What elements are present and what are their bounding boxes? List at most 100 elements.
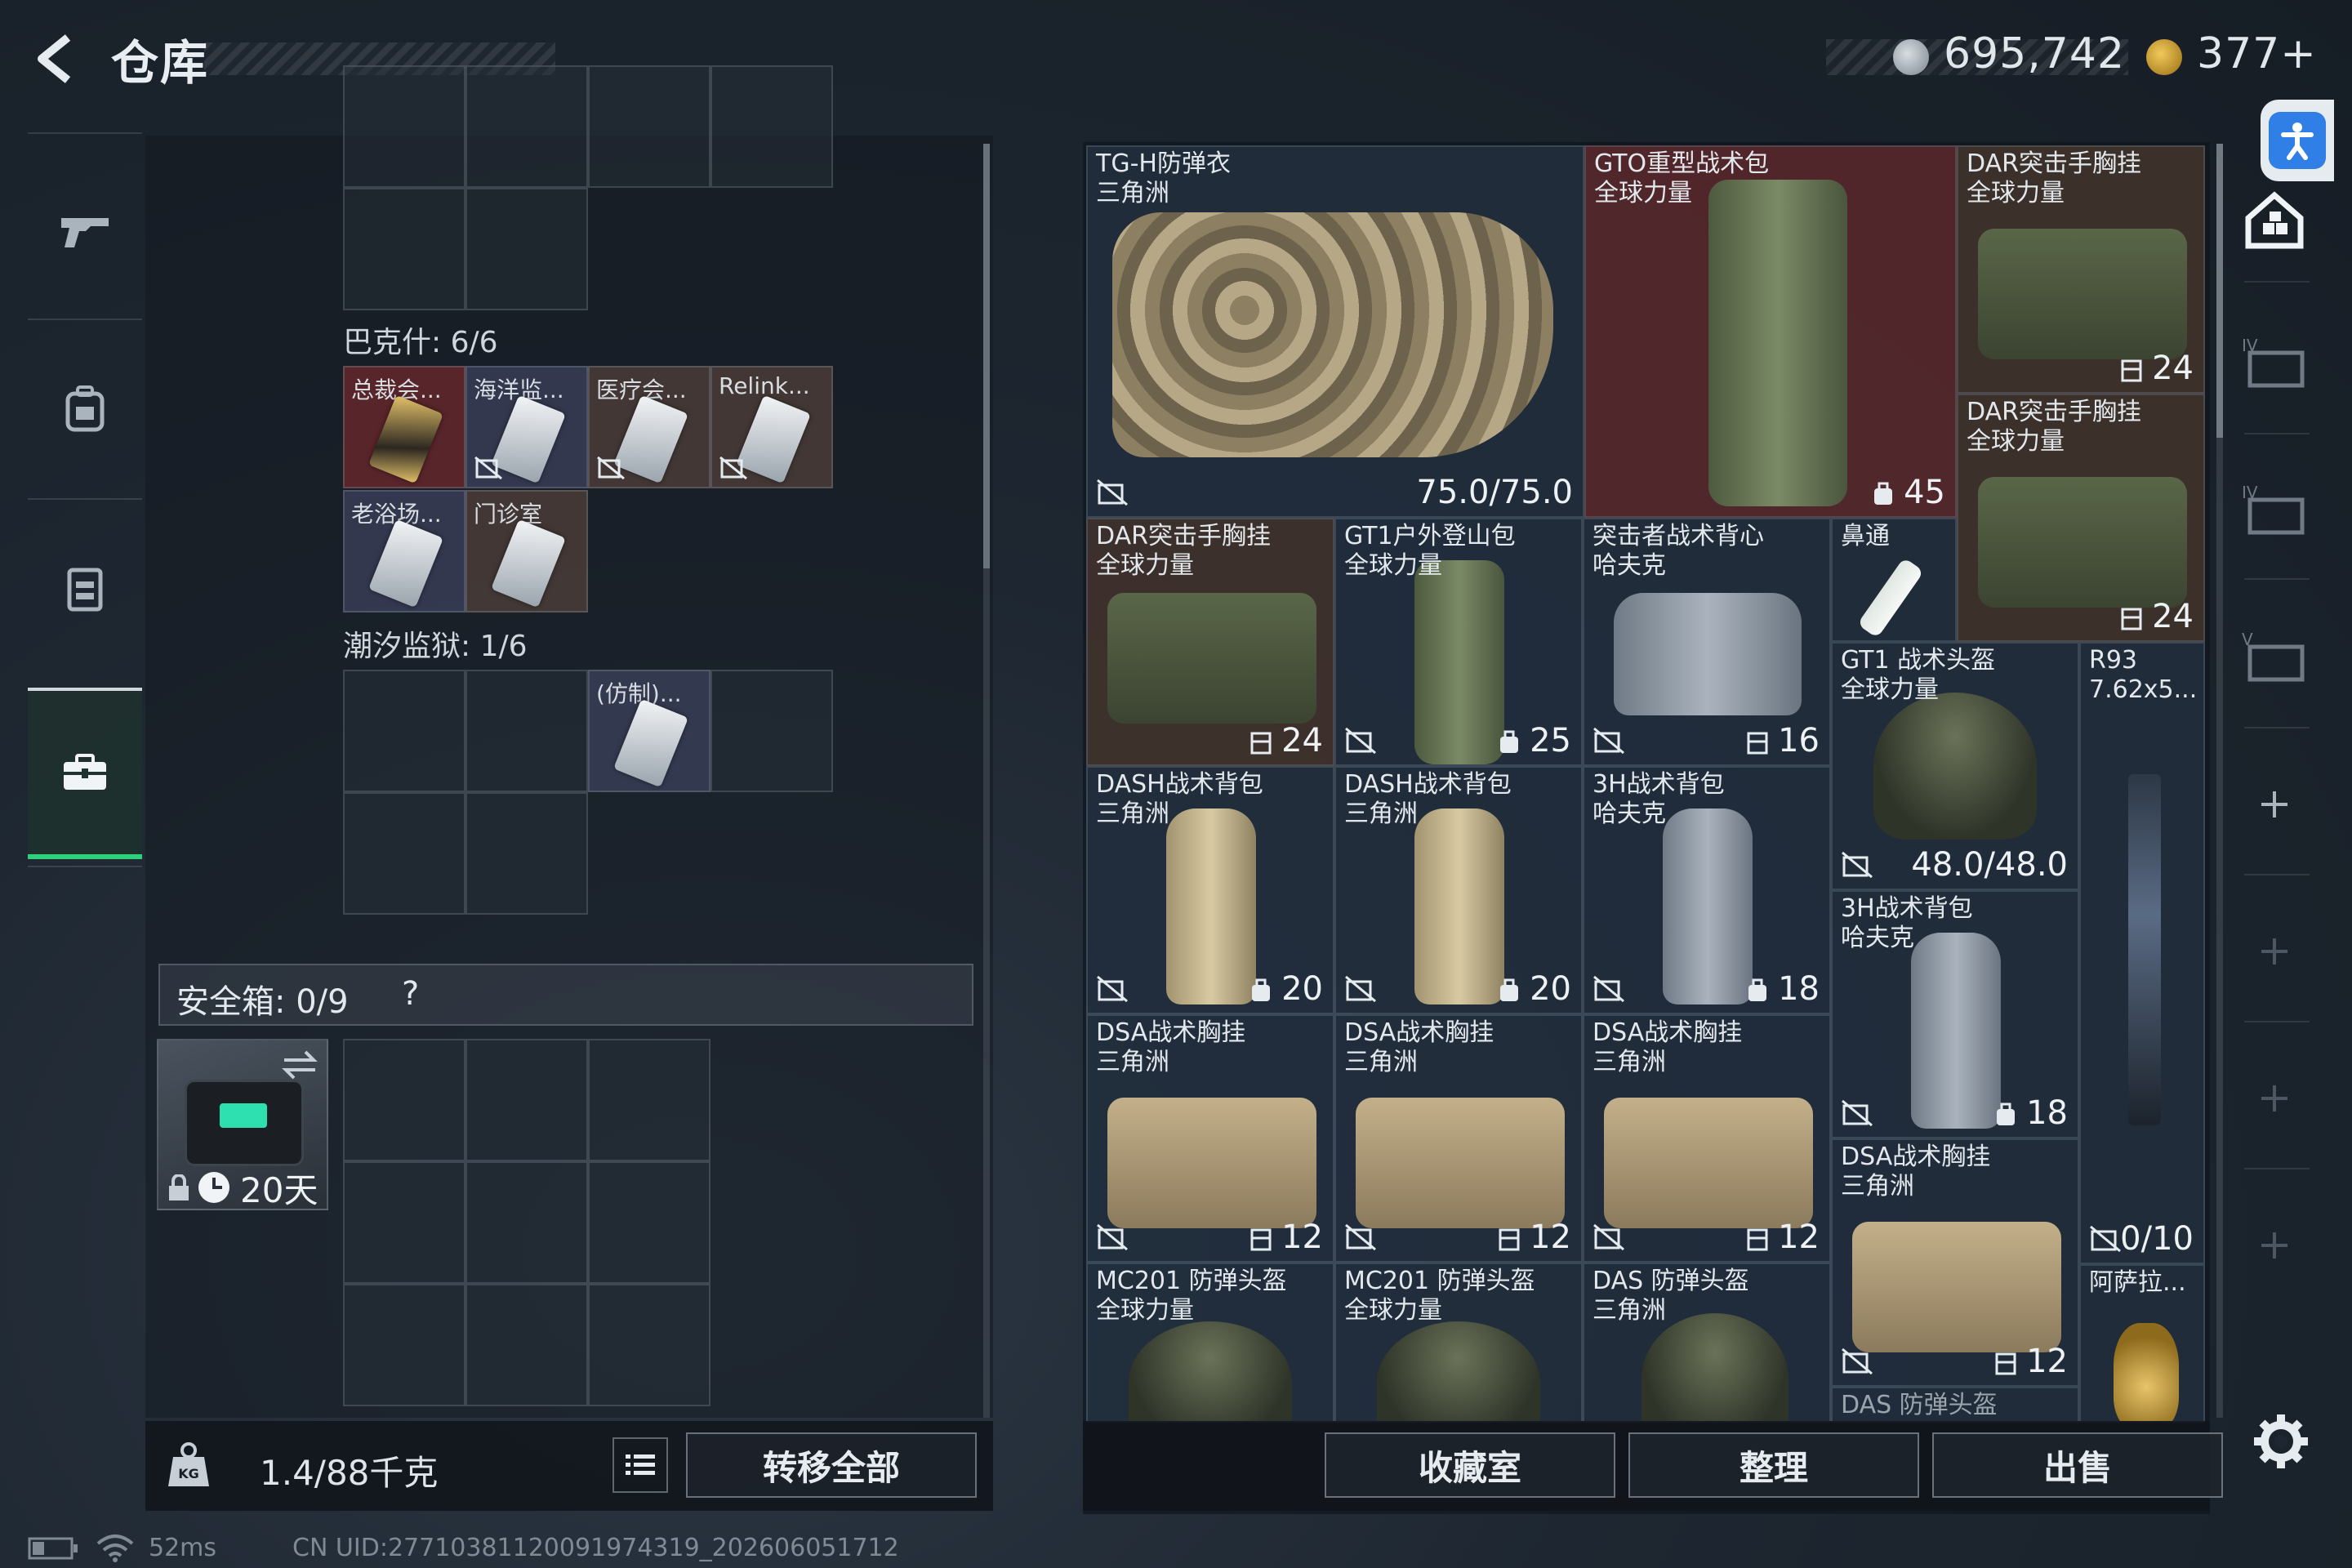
item-tile[interactable]: R93 7.62x5... 0/10 (2079, 642, 2205, 1264)
storage-tab-5[interactable]: V (2238, 619, 2311, 693)
unbound-icon (474, 456, 502, 480)
storage-slot[interactable] (466, 188, 588, 310)
help-button[interactable]: ? (402, 975, 419, 1013)
item-tile[interactable]: MC201 防弹头盔 全球力量 (1334, 1263, 1583, 1423)
nav-backpack[interactable] (28, 327, 142, 490)
capacity-value: 24 (2152, 598, 2194, 635)
storage-slot[interactable] (710, 670, 833, 792)
transfer-all-button[interactable]: 转移全部 (686, 1432, 977, 1498)
settings-button[interactable] (2244, 1405, 2318, 1478)
storage-slot[interactable] (343, 65, 466, 188)
warehouse-tab[interactable] (2238, 183, 2311, 256)
add-storage-button[interactable] (2238, 1209, 2311, 1282)
chest-rig-image (1978, 229, 2187, 359)
capacity-value: 12 (1281, 1218, 1323, 1256)
item-tile[interactable]: 阿萨拉... (2079, 1264, 2205, 1423)
storage-slot[interactable] (466, 670, 588, 792)
item-tile[interactable]: GT1 战术头盔 全球力量 48.0/48.0 (1831, 642, 2079, 890)
safe-slot[interactable] (466, 1039, 588, 1161)
item-tile[interactable]: 突击者战术背心 哈夫克 16 (1583, 518, 1831, 766)
safe-box-item[interactable]: 20天 (157, 1039, 328, 1210)
item-brand: 全球力量 (1841, 675, 1939, 704)
left-scrollbar-thumb[interactable] (983, 144, 990, 568)
add-storage-button[interactable] (2238, 768, 2311, 841)
item-name: DASH战术背包 (1096, 770, 1263, 799)
item-name: DAR突击手胸挂 (1967, 398, 2141, 426)
rig-capacity-icon (1747, 732, 1768, 755)
sell-button[interactable]: 出售 (1932, 1432, 2223, 1498)
item-tile[interactable]: 3H战术背包 哈夫克 18 (1831, 890, 2079, 1138)
storage-slot[interactable] (466, 65, 588, 188)
storage-slot[interactable] (343, 188, 466, 310)
item-tile[interactable]: DSA战术胸挂 三角洲 12 (1583, 1014, 1831, 1263)
item-brand: 全球力量 (1967, 427, 2065, 456)
storage-slot[interactable] (466, 792, 588, 915)
item-name: DSA战术胸挂 (1344, 1018, 1494, 1047)
nav-storage[interactable] (28, 688, 142, 859)
lock-icon (169, 1174, 189, 1200)
safe-slot[interactable] (466, 1284, 588, 1406)
swap-icon[interactable] (281, 1049, 318, 1081)
key-item[interactable]: 老浴场... (343, 490, 466, 612)
weight-capacity: 1.4/88千克 (260, 1453, 439, 1493)
safe-slot[interactable] (588, 1161, 710, 1284)
item-brand: 哈夫克 (1592, 800, 1666, 828)
key-item[interactable]: 总裁会... (343, 366, 466, 488)
unbound-icon (2090, 1225, 2121, 1253)
back-button[interactable] (28, 29, 85, 88)
storage-slot[interactable] (710, 65, 833, 188)
list-view-button[interactable] (612, 1437, 668, 1493)
storage-tab-4[interactable]: IV (2238, 325, 2311, 399)
storage-tab-4b[interactable]: IV (2238, 472, 2311, 546)
key-item[interactable]: (仿制)... (588, 670, 710, 792)
gold-currency-amount[interactable]: 377+ (2197, 29, 2317, 78)
item-name: MC201 防弹头盔 (1344, 1267, 1535, 1295)
safe-slot[interactable] (343, 1039, 466, 1161)
add-storage-button[interactable] (2238, 915, 2311, 988)
safe-slot[interactable] (466, 1161, 588, 1284)
item-tile[interactable]: DAS 防弹头盔 (1831, 1387, 2079, 1423)
item-tile[interactable]: DAR突击手胸挂 全球力量 24 (1957, 145, 2205, 394)
item-brand: 全球力量 (1344, 1296, 1442, 1325)
rig-capacity-icon (1747, 1228, 1768, 1251)
safe-slot[interactable] (343, 1284, 466, 1406)
nav-vest[interactable] (28, 506, 142, 670)
item-name: DAR突击手胸挂 (1096, 522, 1271, 550)
key-item[interactable]: 门诊室 (466, 490, 588, 612)
item-tile[interactable]: DASH战术背包 三角洲 20 (1334, 766, 1583, 1014)
item-tile[interactable]: 鼻通 (1831, 518, 1957, 642)
item-brand: 三角洲 (1841, 1172, 1914, 1200)
item-tile[interactable]: DSA战术胸挂 三角洲 12 (1831, 1138, 2079, 1387)
accessibility-button[interactable] (2261, 100, 2334, 181)
heavy-pack-image (1708, 180, 1847, 506)
side-divider (2244, 1168, 2310, 1169)
nav-weapons[interactable] (28, 149, 142, 312)
item-tile[interactable]: 3H战术背包 哈夫克 18 (1583, 766, 1831, 1014)
item-tile[interactable]: MC201 防弹头盔 全球力量 (1086, 1263, 1334, 1423)
storage-slot[interactable] (343, 670, 466, 792)
capacity-icon (1874, 482, 1892, 505)
item-tile[interactable]: DAS 防弹头盔 三角洲 (1583, 1263, 1831, 1423)
key-item[interactable]: 医疗会... (588, 366, 710, 488)
key-item[interactable]: 海洋监... (466, 366, 588, 488)
item-tile[interactable]: TG-H防弹衣 三角洲 75.0/75.0 (1086, 145, 1584, 518)
item-tile[interactable]: DAR突击手胸挂 全球力量 24 (1086, 518, 1334, 766)
item-tile[interactable]: DAR突击手胸挂 全球力量 24 (1957, 394, 2205, 642)
capacity-icon (1748, 978, 1766, 1001)
storage-slot[interactable] (588, 65, 710, 188)
storage-slot[interactable] (343, 792, 466, 915)
item-tile[interactable]: DSA战术胸挂 三角洲 12 (1334, 1014, 1583, 1263)
add-storage-button[interactable] (2238, 1062, 2311, 1135)
chest-rig-image (1978, 477, 2187, 608)
collection-button[interactable]: 收藏室 (1325, 1432, 1615, 1498)
item-tile[interactable]: DASH战术背包 三角洲 20 (1086, 766, 1334, 1014)
item-tile[interactable]: DSA战术胸挂 三角洲 12 (1086, 1014, 1334, 1263)
item-tile[interactable]: GTO重型战术包 全球力量 45 (1584, 145, 1957, 518)
safe-slot[interactable] (588, 1284, 710, 1406)
organize-button[interactable]: 整理 (1628, 1432, 1919, 1498)
item-tile[interactable]: GT1户外登山包 全球力量 25 (1334, 518, 1583, 766)
safe-slot[interactable] (588, 1039, 710, 1161)
key-item[interactable]: Relink... (710, 366, 833, 488)
right-scrollbar-thumb[interactable] (2216, 144, 2223, 438)
safe-slot[interactable] (343, 1161, 466, 1284)
